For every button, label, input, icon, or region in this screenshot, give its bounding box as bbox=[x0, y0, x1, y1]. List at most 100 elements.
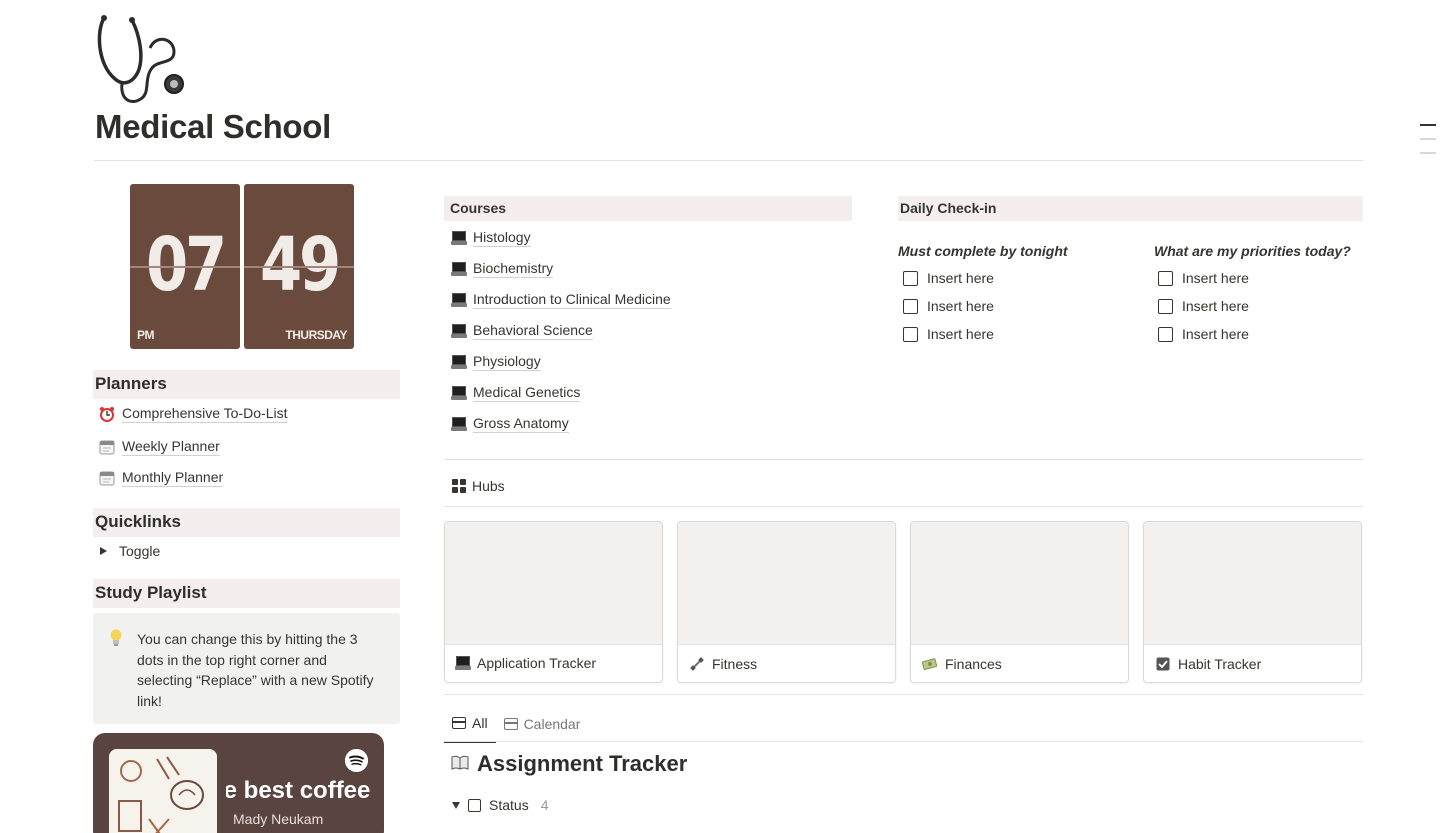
section-divider bbox=[444, 694, 1363, 695]
card-cover[interactable] bbox=[1144, 522, 1361, 645]
planner-link-label[interactable]: Weekly Planner bbox=[122, 438, 220, 456]
course-link-clinical-medicine[interactable]: Introduction to Clinical Medicine bbox=[451, 291, 671, 309]
course-link-behavioral-science[interactable]: Behavioral Science bbox=[451, 322, 593, 340]
calendar-icon bbox=[98, 469, 116, 487]
toc-marker[interactable] bbox=[1420, 138, 1436, 140]
hub-card-habit-tracker[interactable]: Habit Tracker bbox=[1143, 521, 1362, 683]
tab-label[interactable]: Calendar bbox=[524, 716, 581, 732]
planner-link-todo[interactable]: Comprehensive To-Do-List bbox=[98, 405, 288, 423]
course-label[interactable]: Introduction to Clinical Medicine bbox=[473, 291, 671, 309]
todo-item[interactable]: Insert here bbox=[903, 298, 994, 314]
laptop-icon bbox=[451, 262, 467, 276]
checkbox[interactable] bbox=[1158, 270, 1173, 286]
alarm-clock-icon bbox=[98, 405, 116, 423]
assignment-tracker-title[interactable]: Assignment Tracker bbox=[451, 751, 687, 777]
hub-card-application-tracker[interactable]: Application Tracker bbox=[444, 521, 663, 683]
clock-hour: 07 bbox=[146, 222, 227, 308]
course-label[interactable]: Gross Anatomy bbox=[473, 415, 569, 433]
collapse-arrow-icon[interactable] bbox=[452, 801, 460, 809]
planner-link-weekly[interactable]: Weekly Planner bbox=[98, 438, 220, 456]
study-playlist-heading: Study Playlist bbox=[93, 579, 400, 608]
todo-item[interactable]: Insert here bbox=[1158, 326, 1249, 342]
calendar-icon bbox=[98, 438, 116, 456]
laptop-icon bbox=[451, 231, 467, 245]
checkbox[interactable] bbox=[903, 298, 918, 314]
status-group-header[interactable]: Status 4 bbox=[452, 797, 549, 813]
todo-item[interactable]: Insert here bbox=[1158, 270, 1249, 286]
stethoscope-icon[interactable] bbox=[92, 12, 188, 108]
todo-item[interactable]: Insert here bbox=[1158, 298, 1249, 314]
todo-text[interactable]: Insert here bbox=[1182, 270, 1249, 286]
playlist-callout: You can change this by hitting the 3 dot… bbox=[93, 613, 400, 724]
laptop-icon bbox=[451, 293, 467, 307]
checkbox[interactable] bbox=[903, 326, 918, 342]
laptop-icon bbox=[451, 355, 467, 369]
checkbox-icon bbox=[1154, 655, 1172, 673]
card-label[interactable]: Application Tracker bbox=[477, 655, 596, 671]
laptop-icon bbox=[451, 417, 467, 431]
course-link-gross-anatomy[interactable]: Gross Anatomy bbox=[451, 415, 569, 433]
course-link-biochemistry[interactable]: Biochemistry bbox=[451, 260, 554, 278]
hub-card-fitness[interactable]: Fitness bbox=[677, 521, 896, 683]
card-label[interactable]: Finances bbox=[945, 656, 1002, 672]
course-label[interactable]: Physiology bbox=[473, 353, 541, 371]
lightbulb-icon bbox=[109, 629, 123, 654]
hubs-view-title[interactable]: Hubs bbox=[452, 478, 505, 494]
card-label[interactable]: Fitness bbox=[712, 656, 757, 672]
toc-marker[interactable] bbox=[1420, 152, 1436, 154]
course-link-medical-genetics[interactable]: Medical Genetics bbox=[451, 384, 581, 402]
table-icon bbox=[452, 717, 466, 729]
planner-link-label[interactable]: Monthly Planner bbox=[122, 469, 224, 487]
calendar-icon bbox=[503, 718, 518, 730]
tab-label[interactable]: All bbox=[472, 715, 488, 731]
todo-item[interactable]: Insert here bbox=[903, 270, 994, 286]
song-title[interactable]: he best coffee bbox=[226, 777, 372, 805]
quicklinks-toggle[interactable]: Toggle bbox=[100, 543, 160, 559]
clock-hour-card: 07 PM bbox=[130, 184, 240, 349]
clock-minute-card: 49 THURSDAY bbox=[244, 184, 354, 349]
card-cover[interactable] bbox=[445, 522, 662, 645]
todo-text[interactable]: Insert here bbox=[1182, 326, 1249, 342]
course-label[interactable]: Histology bbox=[473, 229, 531, 247]
planners-heading: Planners bbox=[93, 370, 400, 399]
priorities-label: What are my priorities today? bbox=[1154, 243, 1351, 259]
album-cover-image[interactable] bbox=[109, 749, 217, 833]
toggle-arrow-icon[interactable] bbox=[100, 547, 107, 555]
course-label[interactable]: Medical Genetics bbox=[473, 384, 581, 402]
tab-all[interactable]: All bbox=[444, 711, 496, 743]
title-divider bbox=[94, 160, 1363, 161]
course-link-histology[interactable]: Histology bbox=[451, 229, 531, 247]
planner-link-label[interactable]: Comprehensive To-Do-List bbox=[122, 405, 288, 423]
todo-text[interactable]: Insert here bbox=[927, 326, 994, 342]
tracker-title-text[interactable]: Assignment Tracker bbox=[477, 751, 687, 777]
toggle-label[interactable]: Toggle bbox=[119, 543, 160, 559]
checkbox[interactable] bbox=[1158, 326, 1173, 342]
status-checkbox-icon bbox=[468, 798, 481, 812]
planner-link-monthly[interactable]: Monthly Planner bbox=[98, 469, 224, 487]
checkbox[interactable] bbox=[903, 270, 918, 286]
course-link-physiology[interactable]: Physiology bbox=[451, 353, 541, 371]
card-cover[interactable] bbox=[678, 522, 895, 645]
spotify-embed[interactable]: he best coffee Mady Neukam bbox=[93, 733, 384, 833]
hubs-label[interactable]: Hubs bbox=[472, 478, 505, 494]
clock-period: PM bbox=[137, 328, 155, 342]
dumbbell-icon bbox=[688, 655, 706, 673]
todo-item[interactable]: Insert here bbox=[903, 326, 994, 342]
toc-marker[interactable] bbox=[1420, 124, 1436, 126]
tab-calendar[interactable]: Calendar bbox=[496, 711, 589, 743]
card-cover[interactable] bbox=[911, 522, 1128, 645]
hub-card-finances[interactable]: Finances bbox=[910, 521, 1129, 683]
database-view-tabs[interactable]: All Calendar bbox=[444, 711, 588, 743]
course-label[interactable]: Biochemistry bbox=[473, 260, 554, 278]
card-label[interactable]: Habit Tracker bbox=[1178, 656, 1261, 672]
todo-text[interactable]: Insert here bbox=[1182, 298, 1249, 314]
group-label[interactable]: Status bbox=[489, 797, 529, 813]
laptop-icon bbox=[451, 386, 467, 400]
course-label[interactable]: Behavioral Science bbox=[473, 322, 593, 340]
todo-text[interactable]: Insert here bbox=[927, 298, 994, 314]
table-of-contents[interactable] bbox=[1420, 124, 1436, 166]
spotify-logo-icon[interactable] bbox=[345, 749, 368, 772]
artist-name[interactable]: Mady Neukam bbox=[233, 811, 323, 827]
checkbox[interactable] bbox=[1158, 298, 1173, 314]
todo-text[interactable]: Insert here bbox=[927, 270, 994, 286]
